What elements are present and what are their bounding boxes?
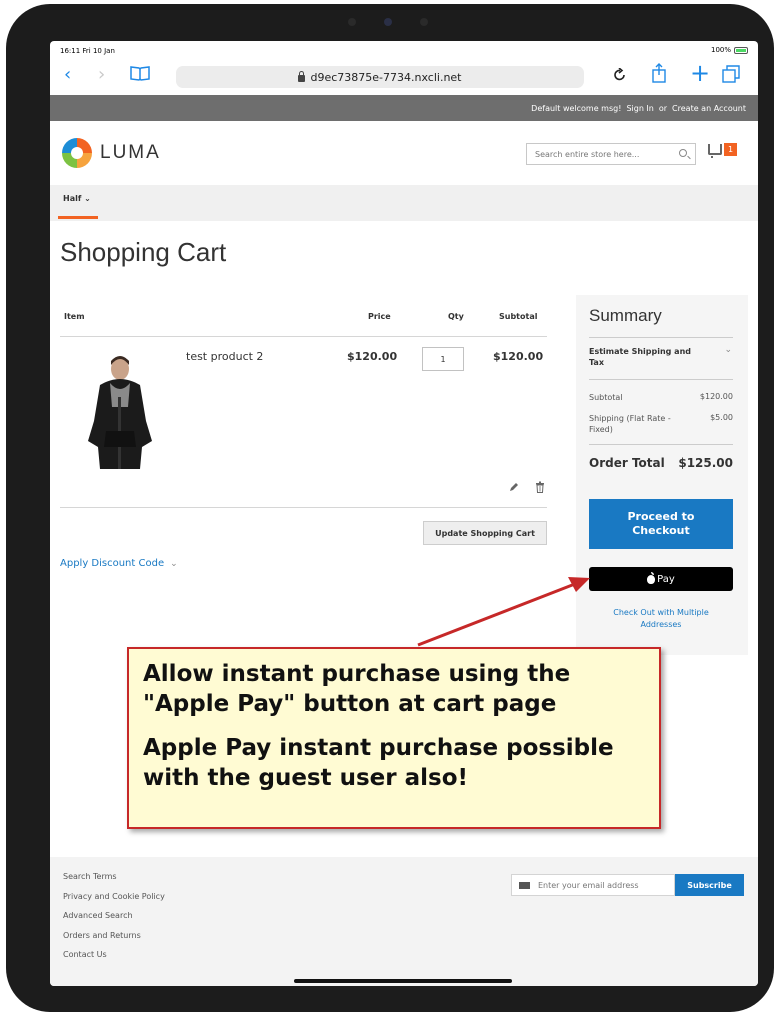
apple-icon	[647, 571, 656, 584]
chevron-down-icon: ⌄	[84, 194, 91, 203]
subtotal-label: Subtotal	[589, 393, 623, 402]
order-total-row: Order Total $125.00	[589, 456, 733, 470]
page-title: Shopping Cart	[60, 237, 227, 267]
nav-item-half[interactable]: Half ⌄	[63, 194, 91, 203]
apply-discount-toggle[interactable]: Apply Discount Code ⌄	[60, 558, 178, 569]
table-header-divider	[60, 336, 547, 337]
product-image[interactable]	[82, 351, 158, 469]
newsletter-placeholder: Enter your email address	[538, 880, 639, 890]
summary-divider	[589, 444, 733, 445]
footer-link-advanced-search[interactable]: Advanced Search	[63, 911, 133, 920]
browser-toolbar: ‹ › d9ec73875e-7734.nxcli.net +	[50, 59, 758, 95]
create-account-link[interactable]: Create an Account	[672, 104, 746, 113]
apple-pay-button[interactable]: Pay	[589, 567, 733, 591]
tablet-frame: 16:11 Fri 10 Jan 100% ‹ › d9ec73875e-773…	[6, 4, 774, 1012]
shipping-label: Shipping (Flat Rate - Fixed)	[589, 414, 671, 434]
battery-percent: 100%	[710, 46, 731, 54]
col-header-qty: Qty	[448, 312, 464, 321]
top-links-bar: Default welcome msg! Sign In or Create a…	[50, 95, 758, 121]
cart-icon	[708, 144, 722, 158]
cart-count-badge: 1	[724, 143, 738, 156]
summary-divider	[589, 379, 733, 380]
trash-icon[interactable]	[534, 481, 546, 493]
nav-active-underline	[58, 216, 98, 219]
subscribe-button[interactable]: Subscribe	[675, 874, 744, 896]
multiple-addresses-link[interactable]: Check Out with Multiple Addresses	[589, 607, 733, 631]
site-header: LUMA Search entire store here... 1	[50, 121, 758, 183]
callout-line-2: Apple Pay instant purchase possible with…	[143, 735, 614, 791]
mail-icon	[519, 882, 530, 889]
back-icon[interactable]: ‹	[64, 65, 71, 85]
chevron-down-icon: ⌄	[170, 559, 178, 569]
apple-pay-label: Pay	[657, 573, 675, 585]
search-input[interactable]: Search entire store here...	[526, 143, 696, 165]
logo-text: LUMA	[100, 142, 161, 163]
status-bar: 16:11 Fri 10 Jan 100%	[50, 41, 758, 59]
estimate-shipping-toggle[interactable]: Estimate Shipping and Tax	[589, 346, 705, 368]
main-nav: Half ⌄	[50, 185, 758, 221]
sign-in-link[interactable]: Sign In	[626, 104, 653, 113]
proceed-to-checkout-button[interactable]: Proceed to Checkout	[589, 499, 733, 549]
update-cart-button[interactable]: Update Shopping Cart	[423, 521, 547, 545]
screen: 16:11 Fri 10 Jan 100% ‹ › d9ec73875e-773…	[50, 41, 758, 986]
new-tab-icon[interactable]: +	[690, 61, 710, 85]
bookmarks-icon[interactable]	[130, 65, 150, 86]
lock-icon	[298, 70, 306, 82]
chevron-down-icon: ⌄	[724, 345, 732, 355]
order-summary: Summary Estimate Shipping and Tax ⌄ Subt…	[576, 295, 748, 655]
footer: Search Terms Privacy and Cookie Policy A…	[50, 857, 758, 986]
tabs-icon[interactable]	[722, 65, 740, 88]
share-icon[interactable]	[652, 63, 666, 88]
subtotal-value: $120.00	[699, 392, 733, 401]
url-text: d9ec73875e-7734.nxcli.net	[310, 70, 462, 84]
or-text: or	[658, 103, 668, 113]
summary-divider	[589, 337, 733, 338]
search-placeholder: Search entire store here...	[535, 149, 640, 159]
footer-link-privacy[interactable]: Privacy and Cookie Policy	[63, 892, 165, 901]
forward-icon[interactable]: ›	[98, 65, 105, 85]
home-indicator[interactable]	[294, 979, 512, 983]
welcome-message: Default welcome msg!	[531, 103, 622, 113]
order-total-label: Order Total	[589, 456, 665, 470]
col-header-price: Price	[368, 312, 391, 321]
product-price: $120.00	[347, 350, 398, 363]
edit-icon[interactable]	[508, 481, 520, 493]
order-total-value: $125.00	[678, 456, 733, 470]
quantity-input[interactable]: 1	[422, 347, 464, 371]
newsletter-email-input[interactable]: Enter your email address	[511, 874, 675, 896]
luma-logo-icon	[62, 138, 92, 168]
address-bar[interactable]: d9ec73875e-7734.nxcli.net	[176, 66, 584, 88]
item-row-divider	[60, 507, 547, 508]
logo[interactable]: LUMA	[62, 138, 161, 168]
col-header-item: Item	[64, 312, 85, 321]
product-subtotal: $120.00	[493, 350, 544, 363]
col-header-subtotal: Subtotal	[499, 312, 538, 321]
shipping-value: $5.00	[710, 413, 733, 422]
battery-indicator: 100%	[711, 46, 748, 54]
status-time: 16:11 Fri 10 Jan	[60, 47, 115, 55]
footer-link-search-terms[interactable]: Search Terms	[63, 872, 117, 881]
reload-icon[interactable]	[614, 67, 626, 87]
callout-box: Allow instant purchase using the "Apple …	[127, 647, 661, 829]
product-name[interactable]: test product 2	[186, 350, 263, 363]
minicart[interactable]: 1	[708, 143, 738, 158]
footer-link-orders-returns[interactable]: Orders and Returns	[63, 931, 141, 940]
camera-icon	[348, 18, 428, 26]
battery-icon	[734, 46, 748, 54]
footer-link-contact[interactable]: Contact Us	[63, 950, 107, 959]
callout-line-1: Allow instant purchase using the "Apple …	[143, 661, 571, 717]
summary-title: Summary	[589, 306, 662, 325]
search-icon[interactable]	[679, 149, 687, 157]
